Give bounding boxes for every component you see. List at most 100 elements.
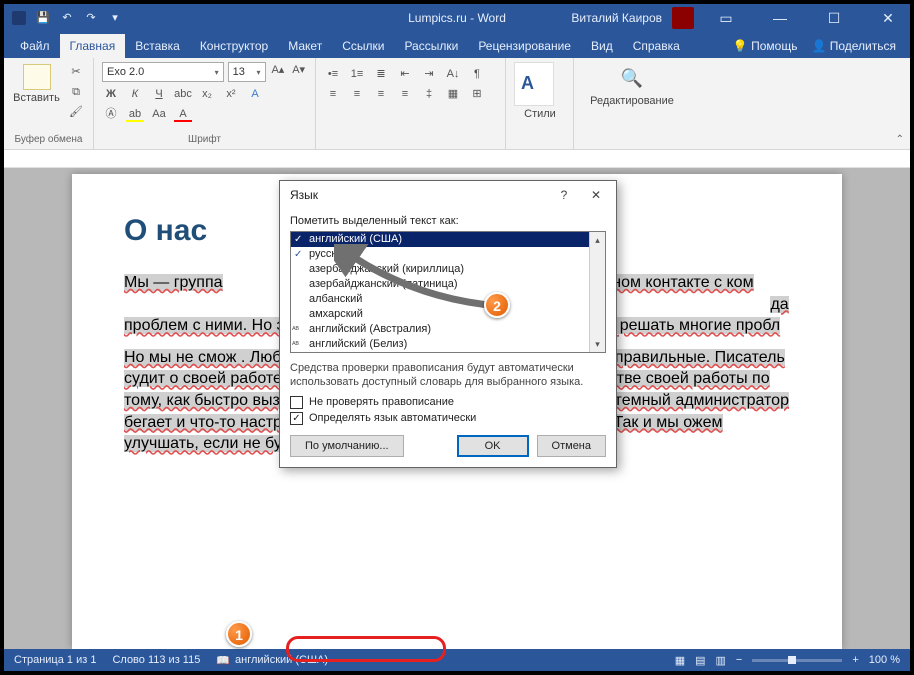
shrink-font-icon[interactable]: A▾: [290, 62, 307, 78]
tab-file[interactable]: Файл: [10, 34, 60, 58]
minimize-button[interactable]: —: [758, 4, 802, 32]
styles-button[interactable]: A Стили: [514, 62, 566, 120]
clipboard-icon: [23, 64, 51, 90]
default-button[interactable]: По умолчанию...: [290, 435, 404, 457]
subscript-icon[interactable]: x₂: [198, 86, 216, 102]
tab-help[interactable]: Справка: [623, 34, 690, 58]
cut-icon[interactable]: ✂: [67, 64, 85, 80]
dialog-close-button[interactable]: ✕: [582, 184, 610, 206]
maximize-button[interactable]: ☐: [812, 4, 856, 32]
change-case-icon[interactable]: Aa: [150, 106, 168, 122]
ok-button[interactable]: OK: [457, 435, 529, 457]
tell-me[interactable]: 💡 Помощь: [733, 39, 798, 53]
status-language-label: английский (США): [235, 654, 328, 666]
lang-item-english-au[interactable]: английский (Австралия): [291, 322, 605, 337]
font-size-combo[interactable]: 13▾: [228, 62, 266, 82]
scroll-up-icon[interactable]: ▴: [590, 232, 605, 248]
underline-icon[interactable]: Ч: [150, 86, 168, 102]
sort-icon[interactable]: A↓: [444, 66, 462, 82]
zoom-slider[interactable]: [752, 659, 842, 662]
ruler[interactable]: [4, 150, 910, 168]
share-button[interactable]: 👤 Поделиться: [811, 39, 896, 53]
cancel-button[interactable]: Отмена: [537, 435, 606, 457]
tab-home[interactable]: Главная: [60, 34, 126, 58]
status-bar: Страница 1 из 1 Слово 113 из 115 📖 англи…: [4, 649, 910, 671]
tab-review[interactable]: Рецензирование: [468, 34, 581, 58]
tab-layout[interactable]: Макет: [278, 34, 332, 58]
editing-button[interactable]: 🔍 Редактирование: [582, 62, 682, 107]
checkbox-no-check[interactable]: Не проверять правописание: [290, 396, 606, 409]
styles-label: Стили: [514, 108, 566, 120]
clear-format-icon[interactable]: Ⓐ: [102, 106, 120, 122]
strike-icon[interactable]: abc: [174, 86, 192, 102]
zoom-in-button[interactable]: +: [852, 654, 858, 666]
dialog-titlebar[interactable]: Язык ? ✕: [280, 181, 616, 209]
font-name-value: Exo 2.0: [107, 66, 144, 78]
inc-indent-icon[interactable]: ⇥: [420, 66, 438, 82]
zoom-level[interactable]: 100 %: [869, 654, 900, 666]
view-web-icon[interactable]: ▥: [716, 654, 726, 667]
scroll-down-icon[interactable]: ▾: [590, 336, 605, 352]
font-name-combo[interactable]: Exo 2.0▾: [102, 62, 224, 82]
highlight-icon[interactable]: ab: [126, 106, 144, 122]
bold-icon[interactable]: Ж: [102, 86, 120, 102]
show-marks-icon[interactable]: ¶: [468, 66, 486, 82]
italic-icon[interactable]: К: [126, 86, 144, 102]
qa-redo-icon[interactable]: ↷: [82, 9, 100, 27]
book-icon: 📖: [216, 654, 230, 667]
tab-insert[interactable]: Вставка: [125, 34, 190, 58]
text-effects-icon[interactable]: A: [246, 86, 264, 102]
multilevel-icon[interactable]: ≣: [372, 66, 390, 82]
align-right-icon[interactable]: ≡: [372, 86, 390, 102]
align-center-icon[interactable]: ≡: [348, 86, 366, 102]
tab-design[interactable]: Конструктор: [190, 34, 278, 58]
checkbox-auto-detect[interactable]: ✓ Определять язык автоматически: [290, 412, 606, 425]
view-print-icon[interactable]: ▤: [695, 654, 705, 667]
line-spacing-icon[interactable]: ‡: [420, 86, 438, 102]
numbering-icon[interactable]: 1≡: [348, 66, 366, 82]
checkbox-no-check-label: Не проверять правописание: [309, 396, 454, 408]
status-page[interactable]: Страница 1 из 1: [14, 654, 96, 666]
ribbon-options-icon[interactable]: ▭: [704, 4, 748, 32]
tab-references[interactable]: Ссылки: [332, 34, 394, 58]
superscript-icon[interactable]: x²: [222, 86, 240, 102]
align-left-icon[interactable]: ≡: [324, 86, 342, 102]
copy-icon[interactable]: ⧉: [67, 84, 85, 100]
tab-view[interactable]: Вид: [581, 34, 623, 58]
dec-indent-icon[interactable]: ⇤: [396, 66, 414, 82]
justify-icon[interactable]: ≡: [396, 86, 414, 102]
paste-button[interactable]: Вставить: [12, 62, 61, 104]
mark-text-label: Пометить выделенный текст как:: [290, 215, 606, 227]
checkbox-icon: [290, 396, 303, 409]
qa-undo-icon[interactable]: ↶: [58, 9, 76, 27]
paste-label: Вставить: [12, 92, 61, 104]
zoom-out-button[interactable]: −: [736, 654, 742, 666]
qa-save-icon[interactable]: 💾: [34, 9, 52, 27]
share-label: Поделиться: [830, 39, 896, 53]
window-title: Lumpics.ru - Word: [408, 11, 506, 25]
dialog-help-button[interactable]: ?: [550, 184, 578, 206]
user-name[interactable]: Виталий Каиров: [571, 11, 662, 25]
tab-mailings[interactable]: Рассылки: [394, 34, 468, 58]
borders-icon[interactable]: ⊞: [468, 86, 486, 102]
collapse-ribbon-icon[interactable]: ⌃: [896, 134, 904, 145]
lang-item-english-bz[interactable]: английский (Белиз): [291, 337, 605, 352]
font-color-icon[interactable]: A: [174, 106, 192, 122]
status-word-count[interactable]: Слово 113 из 115: [112, 654, 200, 666]
ribbon: Вставить ✂ ⧉ 🖌 Буфер обмена Exo 2.0▾ 13▾…: [4, 58, 910, 150]
bullets-icon[interactable]: •≡: [324, 66, 342, 82]
listbox-scrollbar[interactable]: ▴ ▾: [589, 232, 605, 352]
view-read-icon[interactable]: ▦: [675, 654, 685, 667]
qa-customize-icon[interactable]: ▾: [106, 9, 124, 27]
group-clipboard-label: Буфер обмена: [12, 132, 85, 149]
status-language[interactable]: 📖 английский (США): [216, 654, 328, 667]
styles-icon: A: [514, 62, 554, 106]
group-font-label: Шрифт: [102, 132, 307, 149]
shading-icon[interactable]: ▦: [444, 86, 462, 102]
font-size-value: 13: [233, 66, 245, 78]
checkbox-auto-detect-label: Определять язык автоматически: [309, 412, 476, 424]
avatar[interactable]: [672, 7, 694, 29]
close-button[interactable]: ✕: [866, 4, 910, 32]
format-painter-icon[interactable]: 🖌: [67, 104, 85, 120]
grow-font-icon[interactable]: A▴: [270, 62, 287, 78]
